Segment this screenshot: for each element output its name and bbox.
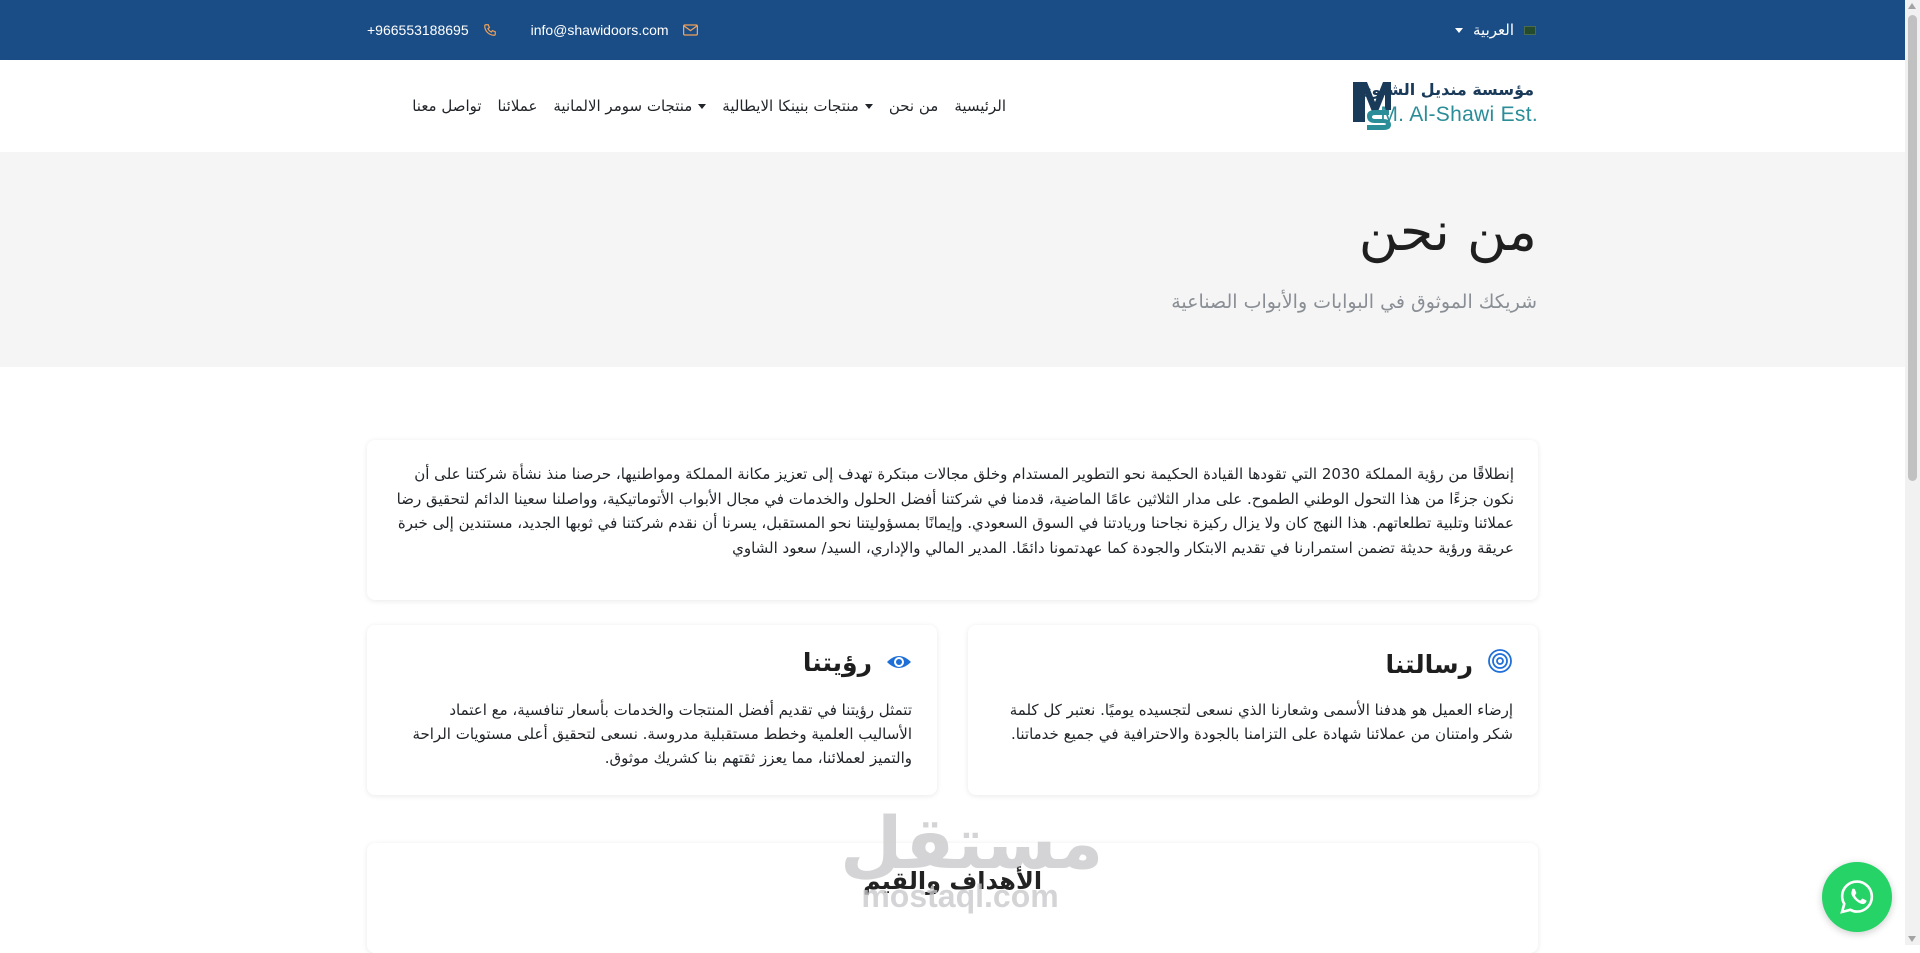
vision-title: رؤيتنا [802,648,872,677]
flag-icon [1524,25,1536,35]
nav-item-label: الرئيسية [954,97,1006,115]
contact-info: +966553188695 info@shawidoors.com [367,0,698,60]
bullseye-icon [1487,648,1513,680]
whatsapp-button[interactable] [1822,862,1892,932]
phone-icon [483,23,497,37]
about-card: إنطلاقًا من رؤية المملكة 2030 التي تقوده… [367,440,1538,600]
goals-title: الأهداف والقيم [862,867,1043,895]
mission-title: رسالتنا [1385,649,1473,679]
language-selector[interactable]: العربية [1455,0,1536,60]
chevron-down-icon [1455,27,1463,33]
about-text: إنطلاقًا من رؤية المملكة 2030 التي تقوده… [396,465,1514,557]
nav-item-home[interactable]: الرئيسية [954,97,1006,115]
chevron-down-icon [698,103,707,109]
nav-item-label: عملائنا [497,97,538,115]
vision-text: تتمثل رؤيتنا في تقديم أفضل المنتجات والخ… [412,701,912,767]
mission-text: إرضاء العميل هو هدفنا الأسمى وشعارنا الذ… [1009,701,1513,743]
nav-item-contact[interactable]: تواصل معنا [412,97,481,115]
phone-number[interactable]: +966553188695 [367,22,469,38]
nav-item-label: تواصل معنا [412,97,482,115]
nav-menu: الرئيسية من نحن منتجات بنينكا الايطالية … [412,60,1006,152]
nav-item-label: منتجات سومر الالمانية [553,97,693,115]
page-scrollbar[interactable] [1905,0,1920,945]
page-subtitle: شريكك الموثوق في البوابات والأبواب الصنا… [1171,291,1537,313]
nav-item-beninca-products[interactable]: منتجات بنينكا الايطالية [722,97,873,115]
logo-name-ar: مؤسسة منديل الشاوي [1356,80,1534,99]
scroll-up-icon[interactable] [1908,3,1916,9]
vision-card: رؤيتنا تتمثل رؤيتنا في تقديم أفضل المنتج… [367,625,937,795]
goals-card: الأهداف والقيم [367,843,1538,953]
whatsapp-icon [1840,880,1874,914]
envelope-icon [682,24,698,36]
mission-heading: رسالتنا [1385,648,1513,680]
vision-heading: رؤيتنا [803,648,912,677]
mission-card: رسالتنا إرضاء العميل هو هدفنا الأسمى وشع… [968,625,1538,795]
nav-item-label: منتجات بنينكا الايطالية [722,97,859,115]
nav-item-label: من نحن [888,97,939,115]
scrollbar-thumb[interactable] [1908,15,1917,481]
top-bar: +966553188695 info@shawidoors.com العربي… [0,0,1905,60]
logo-name-en: M. Al-Shawi Est. [1380,103,1538,126]
company-logo[interactable]: مؤسسة منديل الشاوي M. Al-Shawi Est. [1353,80,1538,136]
page-title: من نحن [1358,200,1537,263]
chevron-down-icon [864,103,873,109]
page-header: من نحن شريكك الموثوق في البوابات والأبوا… [0,152,1905,367]
language-label: العربية [1473,21,1514,39]
scroll-down-icon[interactable] [1908,936,1916,942]
email-address[interactable]: info@shawidoors.com [531,22,669,38]
nav-item-clients[interactable]: عملائنا [498,97,538,115]
eye-icon [886,648,912,677]
nav-item-sommer-products[interactable]: منتجات سومر الالمانية [553,97,707,115]
nav-item-about[interactable]: من نحن [889,97,939,115]
